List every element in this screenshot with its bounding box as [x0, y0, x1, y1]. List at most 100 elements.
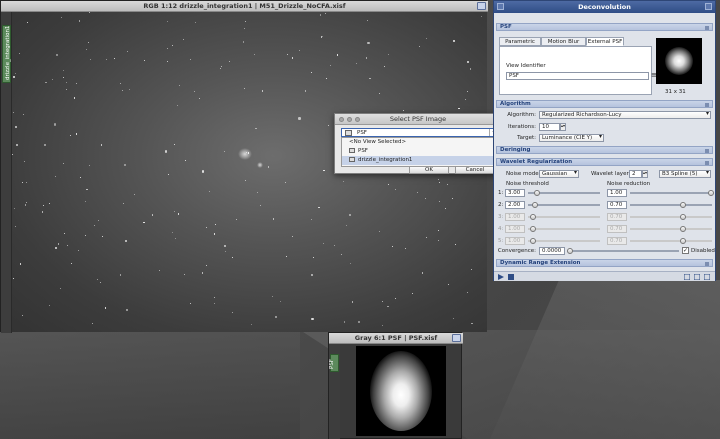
- star: [366, 19, 368, 21]
- noise-threshold-input[interactable]: 2.00: [505, 201, 525, 209]
- noise-threshold-slider-handle[interactable]: [534, 190, 540, 196]
- noise-threshold-input[interactable]: 3.00: [505, 189, 525, 197]
- maximize-icon[interactable]: [477, 2, 486, 10]
- deconvolution-titlebar[interactable]: Deconvolution: [494, 1, 715, 13]
- view-dropdown-list[interactable]: <No View Selected> PSF drizzle_integrati…: [341, 137, 500, 167]
- star: [23, 114, 25, 116]
- noise-reduction-slider-handle: [680, 214, 686, 220]
- star: [124, 164, 126, 166]
- star: [78, 20, 81, 22]
- target-select[interactable]: Luminance (CIE Y): [539, 134, 604, 142]
- collapse-icon[interactable]: [705, 103, 709, 107]
- new-instance-icon[interactable]: [498, 274, 504, 280]
- tab-external-psf[interactable]: External PSF: [586, 37, 624, 46]
- layer-label: 3:: [498, 214, 504, 220]
- view-combo[interactable]: PSF ▾: [341, 128, 500, 137]
- wavelet-layers-input[interactable]: 2: [629, 170, 642, 178]
- star: [426, 38, 428, 40]
- noise-threshold-input: 1.00: [505, 237, 525, 245]
- star: [53, 123, 57, 126]
- browse-documentation-icon[interactable]: [684, 274, 690, 280]
- iterations-spinner-icon[interactable]: ▴▾: [560, 123, 566, 131]
- select-psf-dialog[interactable]: Select PSF Image PSF ▾ <No View Selected…: [334, 113, 502, 174]
- noise-reduction-slider-handle[interactable]: [708, 190, 714, 196]
- noise-reduction-input[interactable]: 0.70: [607, 201, 627, 209]
- section-dynamic-range-extension[interactable]: Dynamic Range Extension: [496, 259, 713, 267]
- star: [310, 71, 312, 73]
- shade-icon[interactable]: [705, 3, 712, 10]
- noise-reduction-slider-handle[interactable]: [680, 202, 686, 208]
- tab-parametric-psf[interactable]: Parametric PSF: [499, 37, 541, 53]
- dropdown-option[interactable]: PSF: [342, 147, 499, 156]
- noise-reduction-slider[interactable]: [630, 192, 712, 194]
- star: [447, 283, 449, 286]
- star: [244, 28, 246, 30]
- convergence-slider-handle[interactable]: [567, 248, 573, 254]
- expand-icon[interactable]: [705, 262, 709, 266]
- star: [394, 298, 396, 300]
- psf-window-titlebar[interactable]: Gray 6:1 PSF | PSF.xisf: [329, 333, 463, 344]
- star: [73, 97, 76, 99]
- star: [201, 170, 204, 173]
- noise-threshold-slider: [528, 240, 600, 242]
- psf-image-window[interactable]: Gray 6:1 PSF | PSF.xisf PSF: [328, 332, 463, 439]
- noise-threshold-slider-handle[interactable]: [532, 202, 538, 208]
- maximize-icon[interactable]: [452, 334, 461, 342]
- star: [327, 124, 330, 127]
- star: [259, 204, 261, 206]
- iterations-label: Iterations:: [507, 124, 536, 130]
- star: [471, 322, 473, 325]
- wavelet-layers-spinner-icon[interactable]: ▴▾: [642, 170, 648, 178]
- iterations-input[interactable]: 10: [539, 123, 560, 131]
- section-psf[interactable]: PSF: [496, 23, 713, 31]
- noise-threshold-slider[interactable]: [528, 204, 600, 206]
- star: [86, 49, 88, 51]
- expand-icon[interactable]: [705, 149, 709, 153]
- star: [310, 274, 313, 277]
- convergence-slider[interactable]: [569, 250, 679, 252]
- apply-icon[interactable]: [508, 274, 514, 280]
- star: [455, 243, 457, 245]
- star: [56, 54, 58, 56]
- tab-motion-blur-psf[interactable]: Motion Blur PSF: [541, 37, 586, 53]
- star: [167, 174, 169, 176]
- image-window-titlebar[interactable]: RGB 1:12 drizzle_integration1 | M51_Driz…: [1, 1, 488, 12]
- star: [122, 89, 124, 91]
- algorithm-select[interactable]: Regularized Richardson-Lucy: [539, 111, 711, 119]
- cancel-button[interactable]: Cancel: [455, 166, 495, 174]
- disabled-checkbox[interactable]: ✓: [682, 247, 689, 254]
- noise-reduction-slider[interactable]: [630, 204, 712, 206]
- ok-button[interactable]: OK: [409, 166, 449, 174]
- deconvolution-window[interactable]: Deconvolution PSF Parametric PSF Motion …: [493, 0, 716, 281]
- star: [183, 38, 185, 40]
- star: [279, 300, 282, 303]
- collapse-icon[interactable]: [705, 26, 709, 30]
- star: [58, 243, 60, 245]
- section-algorithm[interactable]: Algorithm: [496, 100, 713, 108]
- noise-reduction-input[interactable]: 1.00: [607, 189, 627, 197]
- scaling-function-select[interactable]: B3 Spline (5): [659, 170, 711, 178]
- convergence-input[interactable]: 0.0000: [539, 247, 565, 255]
- star: [85, 201, 87, 203]
- psf-star: [370, 351, 432, 431]
- collapse-icon[interactable]: [705, 161, 709, 165]
- psf-image-canvas[interactable]: [356, 346, 446, 436]
- track-view-icon[interactable]: [694, 274, 700, 280]
- star: [311, 317, 314, 320]
- noise-reduction-input: 0.70: [607, 213, 627, 221]
- star: [205, 227, 207, 229]
- section-deringing[interactable]: Deringing: [496, 146, 713, 154]
- star: [19, 263, 22, 265]
- psf-view-tab[interactable]: PSF: [329, 354, 339, 372]
- section-wavelet-regularization[interactable]: Wavelet Regularization: [496, 158, 713, 166]
- noise-threshold-slider-handle: [530, 238, 536, 244]
- view-tab[interactable]: drizzle_integration1: [2, 25, 11, 83]
- star: [367, 42, 370, 45]
- dropdown-option[interactable]: drizzle_integration1: [342, 156, 499, 165]
- dialog-titlebar[interactable]: Select PSF Image: [335, 114, 501, 125]
- star: [208, 191, 211, 193]
- dropdown-option[interactable]: <No View Selected>: [342, 138, 499, 147]
- view-identifier-input[interactable]: PSF: [506, 72, 649, 80]
- reset-icon[interactable]: [704, 274, 710, 280]
- noise-model-select[interactable]: Gaussian: [539, 170, 579, 178]
